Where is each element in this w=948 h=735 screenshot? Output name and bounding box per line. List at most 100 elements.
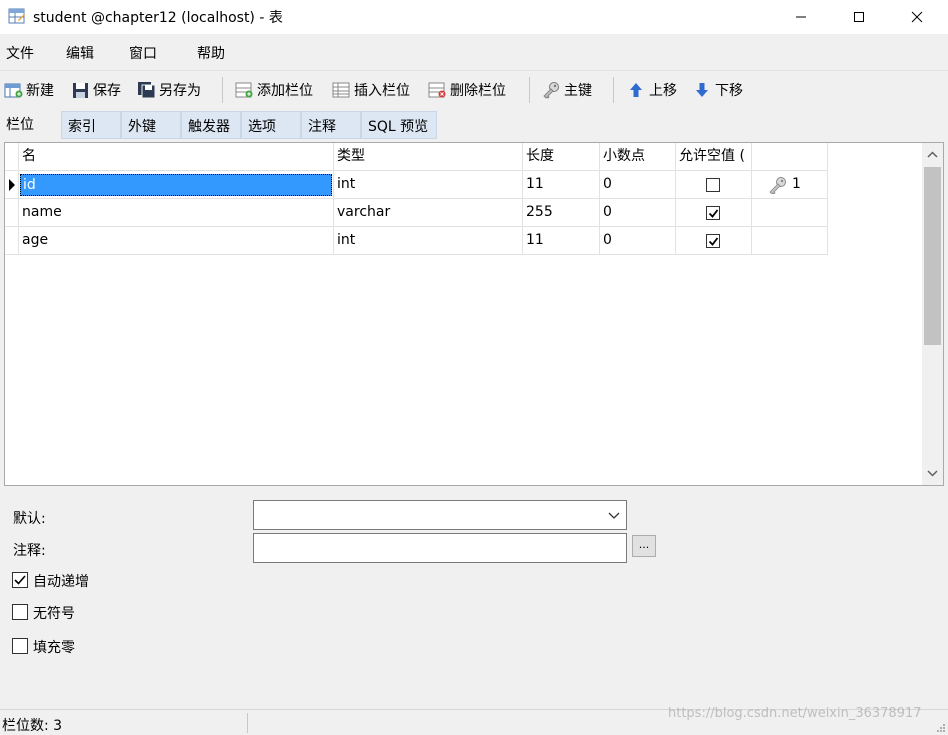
menu-edit[interactable]: 编辑 bbox=[66, 43, 94, 63]
scrollbar-thumb[interactable] bbox=[924, 167, 941, 345]
cell-key[interactable] bbox=[752, 227, 828, 255]
resize-grip-icon[interactable] bbox=[936, 723, 946, 733]
cell-nullable[interactable] bbox=[676, 171, 752, 199]
status-divider bbox=[247, 713, 248, 733]
tab-triggers[interactable]: 触发器 bbox=[181, 111, 241, 139]
row-selector[interactable] bbox=[5, 171, 19, 199]
row-selector[interactable] bbox=[5, 227, 19, 255]
default-label: 默认: bbox=[13, 511, 46, 527]
row-selector[interactable] bbox=[5, 199, 19, 227]
chevron-down-icon bbox=[608, 512, 620, 519]
tab-indexes[interactable]: 索引 bbox=[61, 111, 121, 139]
save-icon bbox=[71, 81, 90, 99]
default-dropdown[interactable] bbox=[253, 500, 627, 530]
title-bar: student @chapter12 (localhost) - 表 bbox=[0, 0, 948, 34]
toolbar: 新建 保存 另存为 添加栏位 插入栏位 删除栏位 主键 上移 下移 bbox=[0, 70, 948, 108]
move-up-button[interactable]: 上移 bbox=[627, 78, 677, 102]
save-label: 保存 bbox=[93, 83, 121, 99]
tab-foreign-keys[interactable]: 外键 bbox=[121, 111, 181, 139]
nullable-checkbox[interactable] bbox=[706, 178, 720, 192]
auto-increment-checkbox[interactable] bbox=[12, 572, 28, 588]
menu-window[interactable]: 窗口 bbox=[129, 43, 157, 63]
header-nullable[interactable]: 允许空值 ( bbox=[676, 143, 752, 171]
comment-field[interactable] bbox=[253, 533, 627, 563]
tab-bar: 栏位 索引 外键 触发器 选项 注释 SQL 预览 bbox=[0, 110, 948, 140]
table-row[interactable]: id int 11 0 1 bbox=[5, 171, 828, 199]
save-button[interactable]: 保存 bbox=[71, 78, 121, 102]
primary-key-label: 主键 bbox=[564, 83, 592, 99]
cell-decimals[interactable]: 0 bbox=[600, 227, 676, 255]
move-down-label: 下移 bbox=[715, 83, 743, 99]
scroll-down-icon[interactable] bbox=[922, 463, 943, 483]
arrow-down-icon bbox=[693, 81, 712, 99]
fields-grid: 名 类型 长度 小数点 允许空值 ( id int 11 0 1 name va… bbox=[4, 142, 944, 486]
toolbar-separator bbox=[222, 77, 223, 103]
table-header: 名 类型 长度 小数点 允许空值 ( bbox=[5, 143, 828, 171]
header-name[interactable]: 名 bbox=[19, 143, 334, 171]
row-selector-header bbox=[5, 143, 19, 171]
unsigned-checkbox[interactable] bbox=[12, 604, 28, 620]
primary-key-icon bbox=[769, 177, 786, 194]
new-button[interactable]: 新建 bbox=[4, 78, 54, 102]
cell-length[interactable]: 255 bbox=[523, 199, 600, 227]
nullable-checkbox[interactable] bbox=[706, 234, 720, 248]
arrow-up-icon bbox=[627, 81, 646, 99]
cell-name[interactable]: name bbox=[19, 199, 334, 227]
new-table-icon bbox=[4, 81, 23, 99]
zerofill-checkbox[interactable] bbox=[12, 638, 28, 654]
minimize-button[interactable] bbox=[772, 0, 830, 34]
auto-increment-label: 自动递增 bbox=[33, 574, 89, 590]
cell-key[interactable] bbox=[752, 199, 828, 227]
primary-key-button[interactable]: 主键 bbox=[542, 78, 592, 102]
header-length[interactable]: 长度 bbox=[523, 143, 600, 171]
field-properties: 默认: 注释: ... 自动递增 无符号 填充零 bbox=[0, 488, 948, 708]
cell-nullable[interactable] bbox=[676, 227, 752, 255]
insert-field-button[interactable]: 插入栏位 bbox=[332, 78, 410, 102]
tab-sql-preview[interactable]: SQL 预览 bbox=[361, 111, 437, 139]
cell-name[interactable]: age bbox=[19, 227, 334, 255]
table-row[interactable]: name varchar 255 0 bbox=[5, 199, 828, 227]
cell-name-value[interactable]: id bbox=[20, 174, 332, 196]
cell-nullable[interactable] bbox=[676, 199, 752, 227]
header-type[interactable]: 类型 bbox=[334, 143, 523, 171]
menu-help[interactable]: 帮助 bbox=[197, 43, 225, 63]
move-down-button[interactable]: 下移 bbox=[693, 78, 743, 102]
move-up-label: 上移 bbox=[649, 83, 677, 99]
save-as-button[interactable]: 另存为 bbox=[137, 78, 201, 102]
comment-edit-button[interactable]: ... bbox=[632, 535, 656, 557]
toolbar-separator bbox=[613, 77, 614, 103]
toolbar-separator bbox=[529, 77, 530, 103]
cell-key[interactable]: 1 bbox=[752, 171, 828, 199]
window-title: student @chapter12 (localhost) - 表 bbox=[33, 10, 283, 26]
scroll-up-icon[interactable] bbox=[922, 145, 943, 165]
table-row[interactable]: age int 11 0 bbox=[5, 227, 828, 255]
cell-name[interactable]: id bbox=[19, 171, 334, 199]
cell-decimals[interactable]: 0 bbox=[600, 171, 676, 199]
table-app-icon bbox=[8, 7, 26, 25]
insert-field-icon bbox=[332, 81, 351, 99]
watermark: https://blog.csdn.net/weixin_36378917 bbox=[668, 706, 922, 721]
cell-type[interactable]: int bbox=[334, 227, 523, 255]
tab-options[interactable]: 选项 bbox=[241, 111, 301, 139]
cell-type[interactable]: int bbox=[334, 171, 523, 199]
maximize-button[interactable] bbox=[830, 0, 888, 34]
tab-comment[interactable]: 注释 bbox=[301, 111, 361, 139]
key-icon bbox=[542, 81, 561, 99]
cell-decimals[interactable]: 0 bbox=[600, 199, 676, 227]
cell-length[interactable]: 11 bbox=[523, 171, 600, 199]
insert-field-label: 插入栏位 bbox=[354, 83, 410, 99]
menu-file[interactable]: 文件 bbox=[6, 43, 34, 63]
checkmark-icon bbox=[708, 209, 719, 218]
cell-length[interactable]: 11 bbox=[523, 227, 600, 255]
delete-field-icon bbox=[428, 81, 447, 99]
close-button[interactable] bbox=[888, 0, 946, 34]
vertical-scrollbar[interactable] bbox=[922, 143, 943, 485]
cell-type[interactable]: varchar bbox=[334, 199, 523, 227]
tab-fields[interactable]: 栏位 bbox=[0, 110, 61, 138]
header-decimals[interactable]: 小数点 bbox=[600, 143, 676, 171]
nullable-checkbox[interactable] bbox=[706, 206, 720, 220]
add-field-button[interactable]: 添加栏位 bbox=[235, 78, 313, 102]
delete-field-button[interactable]: 删除栏位 bbox=[428, 78, 506, 102]
header-key[interactable] bbox=[752, 143, 828, 171]
zerofill-label: 填充零 bbox=[33, 640, 75, 656]
